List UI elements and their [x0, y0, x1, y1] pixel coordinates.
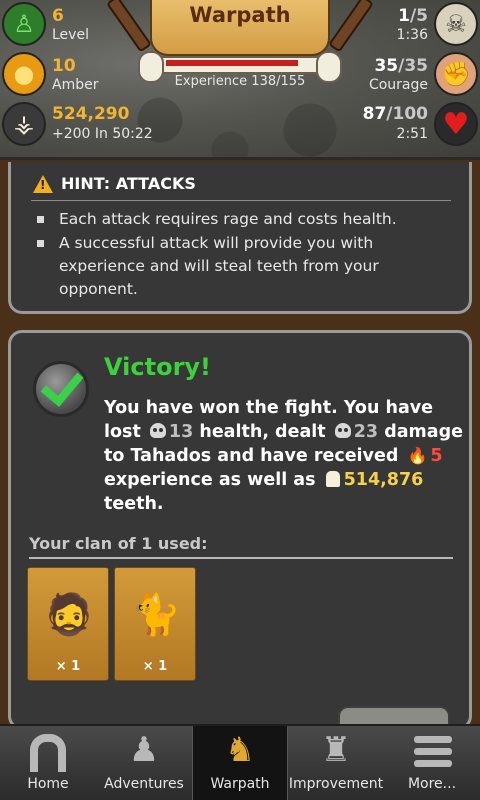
courage-max: /35	[398, 56, 428, 76]
hint-list: Each attack requires rage and costs heal…	[35, 208, 455, 302]
hint-divider	[31, 200, 451, 201]
strongman-icon: ♜	[320, 730, 352, 770]
teeth-icon: ⚶	[2, 102, 46, 146]
hint-panel: ! HINT: ATTACKS Each attack requires rag…	[8, 162, 472, 314]
nav-label: Home	[27, 776, 69, 792]
lynx-icon: 🐈	[131, 591, 181, 638]
xp-gained-value: 5	[430, 446, 443, 466]
menu-icon	[414, 736, 452, 772]
health-max: /100	[386, 104, 428, 124]
skull-icon: ☠	[434, 2, 478, 46]
fist-icon: ✊	[434, 52, 478, 96]
result-message: You have won the fight. You have lost 13…	[104, 396, 464, 516]
courage-value: 35/35	[374, 56, 428, 76]
nav-improvement[interactable]: ♜ Improvement	[288, 726, 384, 800]
heart-icon: ♥	[434, 102, 478, 146]
dealt-damage-value: 23	[353, 422, 379, 442]
amber-label: Amber	[52, 77, 99, 93]
skull-icon	[149, 423, 166, 438]
nav-adventures[interactable]: ♟ Adventures	[96, 726, 192, 800]
clan-divider	[29, 557, 453, 559]
nav-warpath[interactable]: ♞ Warpath	[192, 726, 288, 800]
nav-more[interactable]: More...	[384, 726, 480, 800]
caveman-icon: 🧔	[44, 591, 94, 638]
result-text-4: experience as well as	[104, 470, 316, 490]
experience-bar-fill	[166, 60, 298, 66]
rage-value: 1/5	[398, 6, 428, 26]
teeth-refill: +200 In 50:22	[52, 126, 153, 142]
hint-item: Each attack requires rage and costs heal…	[35, 208, 455, 231]
level-label: Level	[52, 27, 89, 43]
checkmark-icon	[33, 361, 89, 417]
nav-label: More...	[407, 776, 457, 792]
teeth-value: 524,290	[52, 104, 130, 124]
rage-max: /5	[409, 6, 428, 26]
hint-item: A successful attack will provide you wit…	[35, 232, 455, 301]
experience-bar	[166, 60, 314, 66]
teeth-gained-value: 514,876	[343, 470, 424, 490]
scroll-strap-right	[328, 0, 374, 53]
result-text-5: teeth.	[104, 494, 164, 514]
title-scroll: Warpath	[150, 0, 330, 56]
clan-member-card[interactable]: 🧔 × 1	[27, 567, 109, 681]
nav-label: Adventures	[104, 776, 184, 792]
hint-title: HINT: ATTACKS	[61, 174, 196, 193]
fight-result-panel: Victory! You have won the fight. You hav…	[8, 330, 472, 730]
tooth-icon	[325, 471, 340, 487]
rage-timer: 1:36	[396, 27, 428, 43]
scroll-strap-left	[106, 0, 152, 53]
health-value: 87/100	[363, 104, 428, 124]
caveman-icon: ♙	[2, 2, 46, 46]
courage-current: 35	[374, 56, 399, 76]
clan-label: Your clan of 1 used:	[29, 534, 208, 553]
fighter-icon: ♞	[224, 730, 256, 770]
hint-heading: ! HINT: ATTACKS	[33, 174, 196, 193]
rage-current: 1	[398, 6, 410, 26]
health-current: 87	[362, 104, 387, 124]
result-text-2: health, dealt	[199, 422, 326, 442]
page-title: Warpath	[189, 3, 291, 27]
skull-icon	[334, 423, 351, 438]
amber-value: 10	[52, 56, 76, 76]
warrior-icon: ♟	[128, 730, 160, 770]
experience-text: Experience 138/155	[174, 74, 306, 89]
level-value: 6	[52, 6, 64, 26]
stone-arch-icon	[30, 734, 66, 772]
warning-icon: !	[33, 174, 53, 193]
status-header: ♙ 6 Level ● 10 Amber ⚶ 524,290 +200 In 5…	[0, 0, 480, 160]
bottom-nav: Home ♟ Adventures ♞ Warpath ♜ Improvemen…	[0, 724, 480, 800]
clan-member-count: × 1	[55, 659, 81, 674]
amber-icon: ●	[2, 52, 46, 96]
health-timer: 2:51	[396, 126, 428, 142]
clan-member-count: × 1	[142, 659, 168, 674]
result-title: Victory!	[104, 353, 211, 381]
clan-member-card[interactable]: 🐈 × 1	[114, 567, 196, 681]
courage-label: Courage	[368, 77, 428, 93]
nav-home[interactable]: Home	[0, 726, 96, 800]
lost-health-value: 13	[168, 422, 194, 442]
nav-label: Warpath	[210, 776, 270, 792]
nav-label: Improvement	[288, 776, 384, 792]
fire-icon: 🔥	[407, 446, 428, 465]
